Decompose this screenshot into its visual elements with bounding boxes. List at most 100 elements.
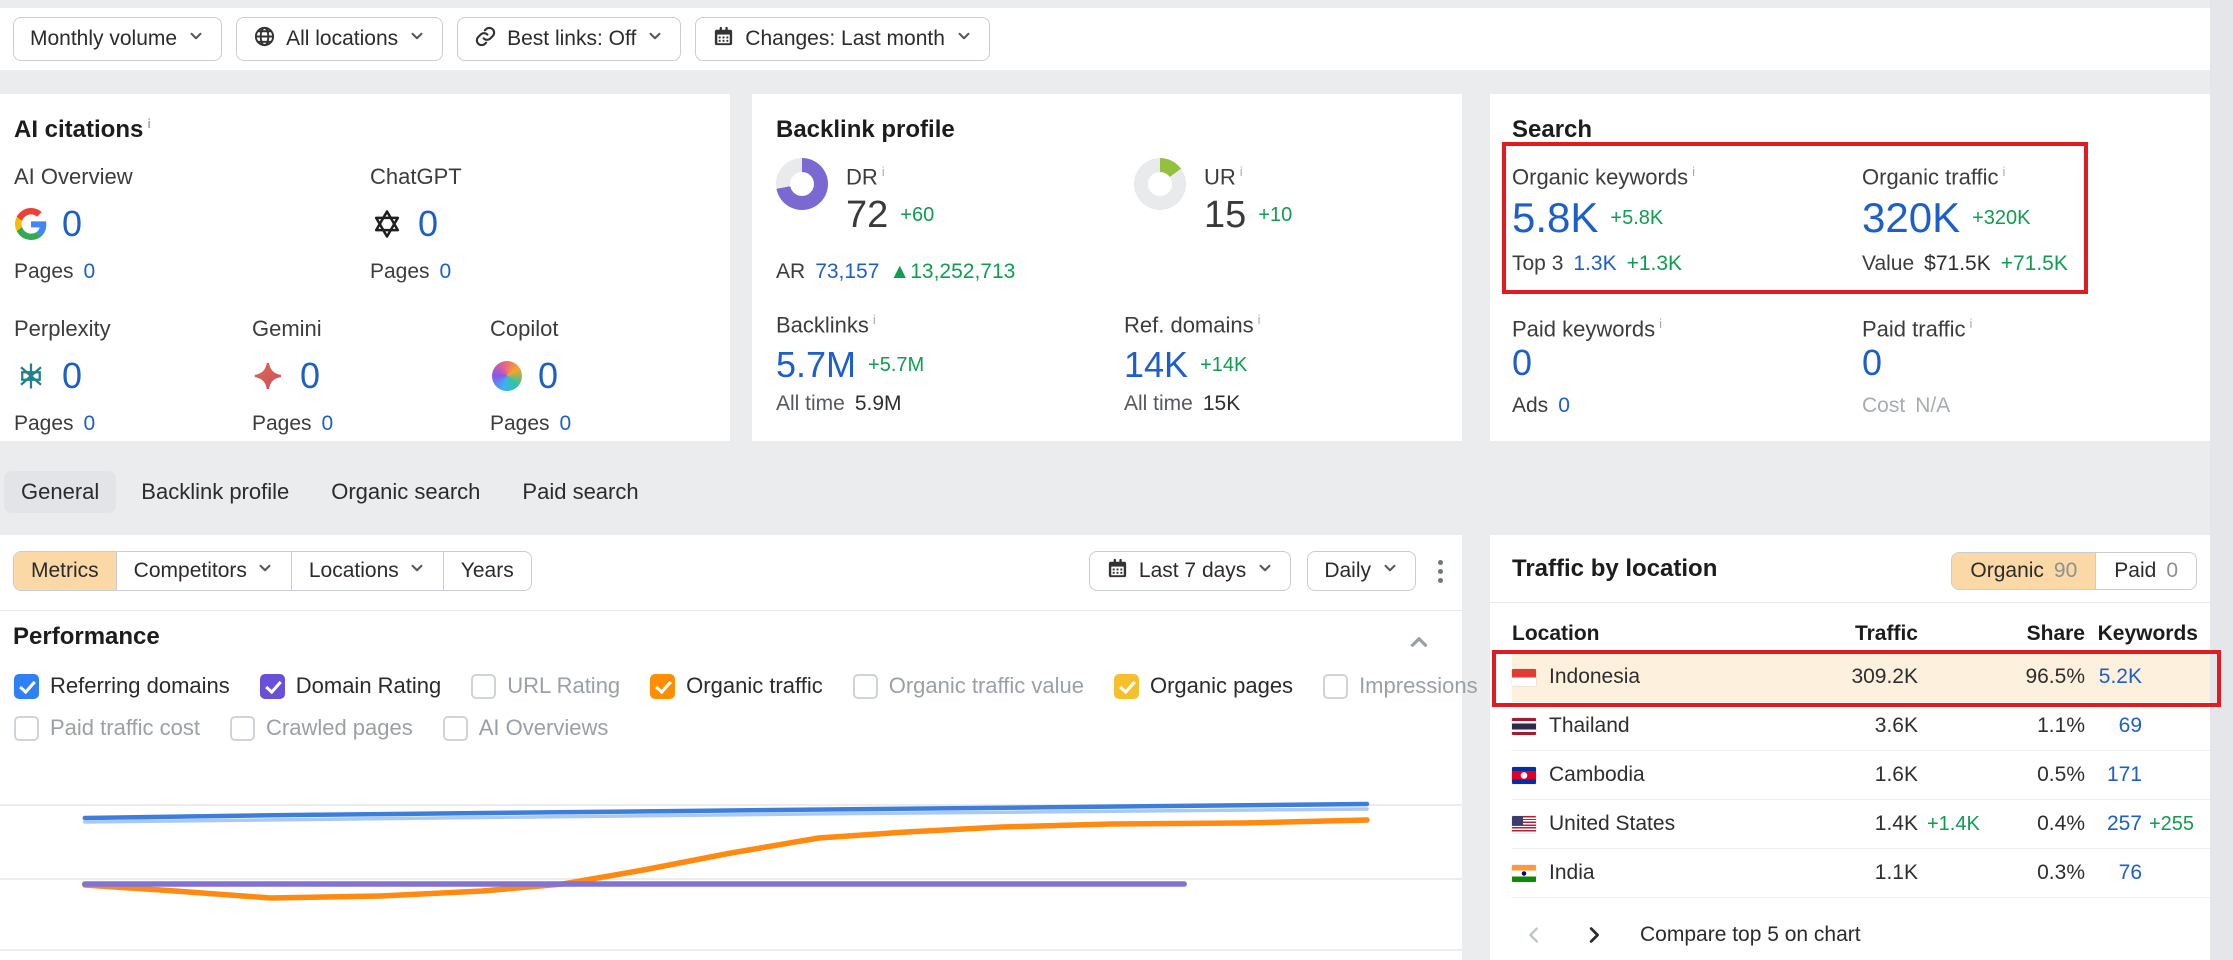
info-icon[interactable]: i — [1692, 164, 1695, 179]
paid-keywords-value[interactable]: 0 — [1512, 342, 1532, 384]
share-value: 0.4% — [2003, 812, 2085, 836]
gemini-icon — [252, 359, 286, 393]
checkbox-paid-traffic-cost[interactable]: Paid traffic cost — [14, 715, 200, 741]
paid-traffic-value[interactable]: 0 — [1862, 342, 1882, 384]
ur-value-row: 15 +10 — [1204, 194, 1292, 237]
column-header-location[interactable]: Location — [1512, 622, 1798, 646]
table-row-united-states[interactable]: United States1.4K+1.4K0.4%257+255 — [1512, 800, 2210, 849]
checkbox-organic-traffic-value[interactable]: Organic traffic value — [853, 673, 1084, 699]
ar-value[interactable]: 73,157 — [815, 260, 879, 284]
checkbox-url-rating[interactable]: URL Rating — [471, 673, 620, 699]
pages-count[interactable]: 0 — [560, 412, 572, 436]
filter-all-locations[interactable]: All locations — [236, 17, 443, 61]
checkbox-ai-overviews[interactable]: AI Overviews — [443, 715, 609, 741]
ai-item-value-row: 0 — [14, 356, 234, 396]
ai-item-name: Perplexity — [14, 316, 234, 342]
checkbox-organic-pages[interactable]: Organic pages — [1114, 673, 1293, 699]
info-icon[interactable]: i — [2003, 164, 2006, 179]
ai-item-ai-overview: AI Overview0Pages0 — [14, 164, 234, 284]
keywords-link[interactable]: 257 — [2085, 812, 2142, 836]
pages-count[interactable]: 0 — [84, 260, 96, 284]
table-row-india[interactable]: India1.1K0.3%76 — [1512, 849, 2210, 898]
info-icon[interactable]: i — [1240, 164, 1243, 179]
ai-citations-count[interactable]: 0 — [538, 355, 558, 397]
keywords-link[interactable]: 69 — [2085, 714, 2142, 738]
tab-organic-search[interactable]: Organic search — [314, 471, 497, 513]
info-icon[interactable]: i — [873, 312, 876, 327]
us-flag — [1512, 816, 1536, 833]
ai-item-pages: Pages0 — [252, 412, 472, 436]
segment-competitors[interactable]: Competitors — [116, 552, 291, 590]
granularity-button[interactable]: Daily — [1307, 551, 1416, 591]
column-header-keywords[interactable]: Keywords — [2085, 622, 2210, 646]
share-value: 96.5% — [2003, 665, 2085, 689]
segment-years[interactable]: Years — [443, 552, 531, 590]
pages-count[interactable]: 0 — [84, 412, 96, 436]
traffic-value: 1.6K — [1798, 763, 1918, 787]
filter-monthly-volume[interactable]: Monthly volume — [13, 17, 222, 61]
filter-best-links-off[interactable]: Best links: Off — [457, 17, 681, 61]
ads-value[interactable]: 0 — [1558, 394, 1570, 418]
ai-citations-count[interactable]: 0 — [62, 203, 82, 245]
pages-count[interactable]: 0 — [322, 412, 334, 436]
checkbox-domain-rating[interactable]: Domain Rating — [260, 673, 442, 699]
ref-domains-value[interactable]: 14K — [1124, 344, 1188, 386]
checkbox-crawled-pages[interactable]: Crawled pages — [230, 715, 413, 741]
dr-label: DRi — [846, 164, 885, 190]
performance-line-chart[interactable] — [0, 760, 1462, 960]
organic-traffic-value[interactable]: 320K — [1862, 194, 1960, 242]
next-page-icon[interactable] — [1582, 924, 1604, 946]
table-row-indonesia[interactable]: Indonesia309.2K96.5%5.2K — [1512, 653, 2210, 702]
scrollbar-gutter[interactable] — [2210, 0, 2233, 960]
ai-citations-count[interactable]: 0 — [62, 355, 82, 397]
segment-label: Years — [461, 559, 514, 583]
segment-locations[interactable]: Locations — [291, 552, 443, 590]
info-icon[interactable]: i — [147, 116, 151, 131]
segment-label: Metrics — [31, 559, 99, 583]
table-row-thailand[interactable]: Thailand3.6K1.1%69 — [1512, 702, 2210, 751]
keywords-link[interactable]: 171 — [2085, 763, 2142, 787]
column-header-traffic[interactable]: Traffic — [1798, 622, 1918, 646]
compare-top5-link[interactable]: Compare top 5 on chart — [1640, 923, 1861, 947]
toggle-paid[interactable]: Paid 0 — [2095, 553, 2196, 589]
ai-citations-count[interactable]: 0 — [418, 203, 438, 245]
info-icon[interactable]: i — [1659, 316, 1662, 331]
info-icon[interactable]: i — [1970, 316, 1973, 331]
ur-delta: +10 — [1258, 204, 1292, 227]
ai-citations-count[interactable]: 0 — [300, 355, 320, 397]
paid-traffic-value-row: 0 — [1862, 342, 1882, 384]
organic-keywords-delta: +5.8K — [1610, 207, 1663, 230]
info-icon[interactable]: i — [1258, 312, 1261, 327]
ur-label: URi — [1204, 164, 1243, 190]
kebab-menu-icon[interactable] — [1432, 554, 1449, 589]
pages-count[interactable]: 0 — [440, 260, 452, 284]
calendar-icon — [712, 25, 735, 54]
organic-keywords-value[interactable]: 5.8K — [1512, 194, 1598, 242]
top3-value[interactable]: 1.3K — [1573, 252, 1616, 276]
column-header-share[interactable]: Share — [2003, 622, 2085, 646]
ai-item-value-row: 0 — [252, 356, 472, 396]
filter-changes-last-month[interactable]: Changes: Last month — [695, 17, 990, 61]
info-icon[interactable]: i — [882, 164, 885, 179]
ref-domains-label: Ref. domainsi — [1124, 312, 1261, 338]
tab-general[interactable]: General — [4, 471, 116, 513]
keywords-link[interactable]: 76 — [2085, 861, 2142, 885]
metric-checkbox-row-2: Paid traffic cost Crawled pages AI Overvie… — [14, 715, 608, 741]
backlinks-value[interactable]: 5.7M — [776, 344, 856, 386]
thailand-flag — [1512, 718, 1536, 735]
date-range-button[interactable]: Last 7 days — [1089, 551, 1291, 591]
keywords-link[interactable]: 5.2K — [2085, 665, 2142, 689]
checkbox-impressions[interactable]: Impressions — [1323, 673, 1478, 699]
checkbox-box — [650, 674, 675, 699]
toggle-organic[interactable]: Organic 90 — [1952, 553, 2095, 589]
prev-page-icon[interactable] — [1524, 924, 1546, 946]
tab-backlink-profile[interactable]: Backlink profile — [124, 471, 306, 513]
tab-paid-search[interactable]: Paid search — [505, 471, 655, 513]
share-value: 0.5% — [2003, 763, 2085, 787]
segment-metrics[interactable]: Metrics — [14, 552, 116, 590]
checkbox-organic-traffic[interactable]: Organic traffic — [650, 673, 823, 699]
ai-item-pages: Pages0 — [490, 412, 710, 436]
checkbox-referring-domains[interactable]: Referring domains — [14, 673, 230, 699]
table-row-cambodia[interactable]: Cambodia1.6K0.5%171 — [1512, 751, 2210, 800]
chevron-up-icon[interactable] — [1406, 629, 1432, 660]
